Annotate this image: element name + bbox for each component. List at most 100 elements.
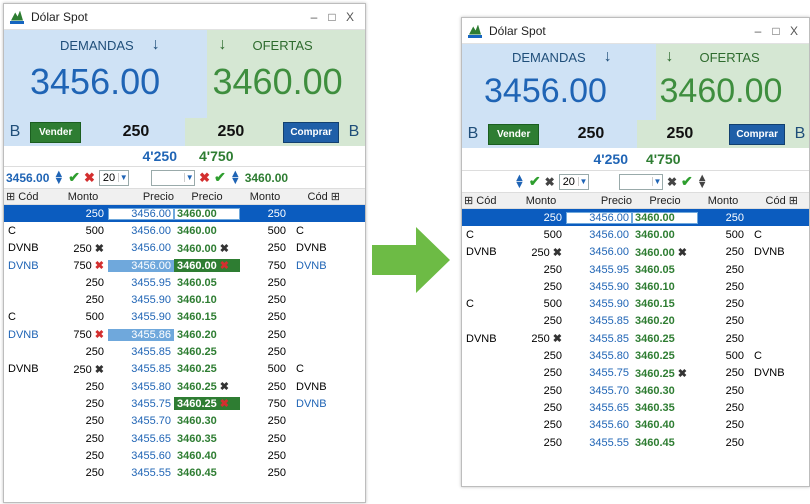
price-bid-cell[interactable]: 3456.00 — [108, 225, 174, 237]
price-ask-cell[interactable]: 3460.20 — [174, 329, 240, 341]
table-row[interactable]: 250 3455.95 3460.05 250 — [4, 274, 365, 291]
ask-price-input[interactable]: 3460.00 — [245, 171, 288, 185]
price-bid-cell[interactable]: 3455.70 — [566, 385, 632, 397]
price-ask-cell[interactable]: 3460.05 — [174, 277, 240, 289]
monto-ask-cell[interactable]: 250 — [240, 294, 290, 306]
up-down-spinner-icon[interactable]: ▲ ▼ — [230, 168, 241, 186]
cod-ask-cell[interactable]: DVNB — [290, 260, 344, 272]
price-bid-cell[interactable]: 3456.00 — [566, 211, 632, 224]
col-precio-ask[interactable]: Precio — [174, 191, 240, 203]
col-precio-bid[interactable]: Precio — [566, 195, 632, 207]
col-monto[interactable]: Monto — [58, 191, 108, 203]
monto-ask-cell[interactable]: 250 — [698, 315, 748, 327]
cancel-order-x-icon[interactable]: ✖ — [678, 247, 687, 259]
cod-ask-cell[interactable]: DVNB — [290, 381, 344, 393]
price-ask-cell[interactable]: 3460.00 — [632, 211, 698, 224]
monto-cell[interactable]: 250 — [516, 367, 566, 379]
monto-cell[interactable]: 250 — [58, 208, 108, 220]
monto-ask-cell[interactable]: 250 — [240, 467, 290, 479]
cancel-order-x-icon[interactable]: ✖ — [220, 260, 229, 272]
maximize-button[interactable]: □ — [767, 24, 785, 38]
monto-ask-cell[interactable]: 250 — [240, 311, 290, 323]
monto-ask-cell[interactable]: 750 — [240, 398, 290, 410]
price-ask-cell[interactable]: 3460.10 — [632, 281, 698, 293]
table-row[interactable]: 250 3455.75 3460.25 ✖ 750 DVNB — [4, 395, 365, 412]
bid-price-input[interactable]: 3456.00 — [6, 171, 49, 185]
monto-cell[interactable]: 250 ✖ — [58, 242, 108, 255]
col-cod[interactable]: ⊞ Cód — [462, 194, 516, 207]
monto-cell[interactable]: 250 ✖ — [516, 332, 566, 345]
price-bid-cell[interactable]: 3456.00 — [108, 259, 174, 272]
monto-ask-cell[interactable]: 250 — [240, 433, 290, 445]
price-ask-cell[interactable]: 3460.40 — [632, 419, 698, 431]
price-bid-cell[interactable]: 3455.75 — [108, 398, 174, 410]
price-bid-cell[interactable]: 3455.95 — [566, 264, 632, 276]
monto-cell[interactable]: 250 — [516, 212, 566, 224]
price-ask-cell[interactable]: 3460.25 — [632, 350, 698, 362]
table-row[interactable]: 250 3455.70 3460.30 250 — [462, 382, 809, 399]
monto-ask-cell[interactable]: 250 — [698, 367, 748, 379]
monto-cell[interactable]: 750 ✖ — [58, 328, 108, 341]
monto-ask-cell[interactable]: 250 — [698, 402, 748, 414]
price-bid-cell[interactable]: 3455.95 — [108, 277, 174, 289]
table-row[interactable]: 250 3455.55 3460.45 250 — [462, 434, 809, 451]
monto-ask-cell[interactable]: 250 — [240, 329, 290, 341]
table-row[interactable]: 250 3456.00 3460.00 250 — [462, 209, 809, 227]
table-row[interactable]: 250 3455.70 3460.30 250 — [4, 413, 365, 430]
monto-ask-cell[interactable]: 250 — [698, 264, 748, 276]
cod-cell[interactable]: DVNB — [4, 363, 58, 375]
cod-cell[interactable]: DVNB — [4, 242, 58, 254]
price-bid-cell[interactable]: 3456.00 — [566, 246, 632, 258]
monto-ask-cell[interactable]: 250 — [698, 281, 748, 293]
monto-cell[interactable]: 250 — [516, 385, 566, 397]
monto-ask-cell[interactable]: 250 — [240, 415, 290, 427]
table-row[interactable]: 250 3455.65 3460.35 250 — [462, 399, 809, 416]
monto-ask-cell[interactable]: 250 — [698, 298, 748, 310]
price-bid-cell[interactable]: 3455.85 — [108, 346, 174, 358]
monto-ask-cell[interactable]: 250 — [240, 208, 290, 220]
monto-ask-cell[interactable]: 250 — [698, 246, 748, 258]
price-bid-cell[interactable]: 3455.90 — [108, 294, 174, 306]
up-down-spinner-icon[interactable]: ▲ ▼ — [53, 168, 64, 186]
price-bid-cell[interactable]: 3455.85 — [108, 363, 174, 375]
price-bid-cell[interactable]: 3456.00 — [108, 242, 174, 254]
cod-cell[interactable]: DVNB — [462, 333, 516, 345]
table-row[interactable]: DVNB 750 ✖ 3455.86 3460.20 250 — [4, 326, 365, 343]
confirm-check-icon[interactable]: ✔ — [529, 173, 541, 190]
up-down-spinner-icon[interactable]: ▲ ▼ — [514, 172, 525, 190]
price-ask-cell[interactable]: 3460.05 — [632, 264, 698, 276]
monto-cell[interactable]: 250 — [58, 277, 108, 289]
monto-cell[interactable]: 250 — [516, 350, 566, 362]
price-ask-cell[interactable]: 3460.10 — [174, 294, 240, 306]
table-row[interactable]: 250 3455.60 3460.40 250 — [462, 417, 809, 434]
monto-ask-cell[interactable]: 250 — [240, 346, 290, 358]
monto-ask-cell[interactable]: 250 — [240, 242, 290, 254]
price-ask-cell[interactable]: 3460.35 — [632, 402, 698, 414]
monto-cell[interactable]: 250 — [58, 467, 108, 479]
cancel-x-icon[interactable]: ✖ — [545, 175, 555, 189]
table-row[interactable]: 250 3455.90 3460.10 250 — [462, 278, 809, 295]
cod-cell[interactable]: C — [4, 311, 58, 323]
monto-cell[interactable]: 500 — [58, 225, 108, 237]
col-monto[interactable]: Monto — [516, 195, 566, 207]
price-bid-cell[interactable]: 3455.86 — [108, 328, 174, 341]
cod-cell[interactable]: DVNB — [4, 329, 58, 341]
price-bid-cell[interactable]: 3456.00 — [566, 229, 632, 241]
monto-ask-cell[interactable]: 250 — [240, 450, 290, 462]
maximize-button[interactable]: □ — [323, 10, 341, 24]
buy-button[interactable]: Comprar — [283, 121, 339, 143]
buy-qty[interactable]: 250 — [637, 125, 724, 143]
price-bid-cell[interactable]: 3455.90 — [108, 311, 174, 323]
cod-cell[interactable]: DVNB — [462, 246, 516, 258]
monto-cell[interactable]: 250 — [58, 398, 108, 410]
col-cod[interactable]: ⊞ Cód — [4, 190, 58, 203]
price-ask-cell[interactable]: 3460.00 ✖ — [632, 246, 698, 259]
price-ask-cell[interactable]: 3460.25 — [632, 333, 698, 345]
table-row[interactable]: 250 3455.85 3460.25 250 — [4, 343, 365, 360]
price-ask-cell[interactable]: 3460.15 — [632, 298, 698, 310]
minimize-button[interactable]: – — [749, 24, 767, 38]
table-row[interactable]: 250 3455.75 3460.25 ✖ 250 DVNB — [462, 365, 809, 382]
price-bid-cell[interactable]: 3455.80 — [566, 350, 632, 362]
monto-cell[interactable]: 250 — [58, 433, 108, 445]
table-row[interactable]: DVNB 750 ✖ 3456.00 3460.00 ✖ 750 DVNB — [4, 257, 365, 274]
